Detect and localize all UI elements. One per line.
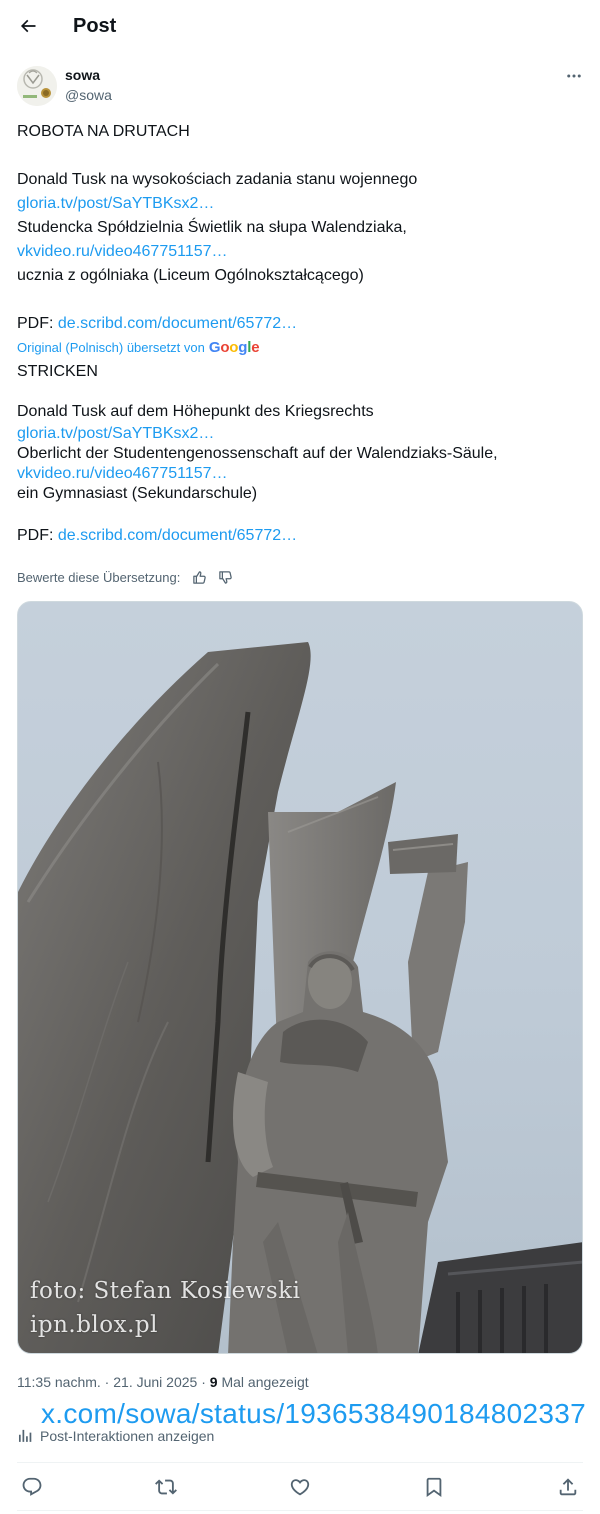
rate-translation: Bewerte diese Übersetzung: — [17, 566, 236, 588]
more-button[interactable] — [561, 66, 587, 86]
top-bar: Post — [0, 0, 600, 54]
thumbs-down-button[interactable] — [214, 566, 236, 588]
link-scribd[interactable]: de.scribd.com/document/65772… — [58, 527, 297, 544]
post-image[interactable]: foto: Stefan Kosiewski ipn.blox.pl — [17, 601, 583, 1354]
post-text: ROBOTA NA DRUTACH Donald Tusk na wysokoś… — [17, 120, 583, 548]
views-label: Mal angezeigt — [217, 1374, 309, 1390]
bookmark-icon — [426, 1477, 442, 1498]
link-vkvideo[interactable]: vkvideo.ru/video467751157… — [17, 464, 583, 484]
views-count: 9 — [209, 1374, 218, 1390]
pdf-label: PDF: — [17, 527, 58, 544]
watermark-credit: foto: Stefan Kosiewski — [30, 1278, 301, 1304]
repost-icon — [155, 1479, 177, 1495]
post-interactions-link[interactable]: Post-Interaktionen anzeigen — [17, 1427, 219, 1444]
link-gloria[interactable]: gloria.tv/post/SaYTBKsx2… — [17, 424, 583, 444]
thumbs-up-button[interactable] — [188, 566, 210, 588]
analytics-icon — [18, 1429, 32, 1442]
author-handle[interactable]: @sowa — [65, 87, 112, 103]
google-letter: G — [208, 339, 221, 356]
text-line: ucznia z ogólniaka (Liceum Ogólnokształc… — [17, 267, 364, 284]
post-time[interactable]: 11:35 nachm. — [17, 1374, 101, 1390]
back-button[interactable] — [14, 12, 42, 40]
status-url-link[interactable]: x.com/sowa/status/1936538490184802337 — [28, 1397, 586, 1431]
pdf-label: PDF: — [17, 315, 58, 332]
original-title: ROBOTA NA DRUTACH — [17, 123, 190, 140]
page-title: Post — [73, 15, 117, 37]
divider — [17, 1462, 583, 1463]
text-line: Donald Tusk na wysokościach zadania stan… — [17, 171, 418, 188]
google-letter: o — [229, 339, 239, 356]
text-line: Donald Tusk auf dem Höhepunkt des Kriegs… — [17, 403, 374, 420]
pdf-line: PDF: de.scribd.com/document/65772… — [17, 312, 583, 336]
watermark-site: ipn.blox.pl — [30, 1312, 158, 1338]
reply-button[interactable] — [19, 1474, 45, 1500]
back-arrow-icon — [20, 19, 36, 33]
reply-icon — [22, 1477, 42, 1496]
bookmark-button[interactable] — [421, 1474, 447, 1500]
google-letter: o — [220, 339, 230, 356]
author-name[interactable]: sowa — [65, 67, 100, 83]
post-meta: 11:35 nachm. · 21. Juni 2025 · 9 Mal ang… — [17, 1374, 309, 1390]
like-icon — [290, 1479, 310, 1496]
pdf-line: PDF: de.scribd.com/document/65772… — [17, 524, 583, 548]
interactions-label: Post-Interaktionen anzeigen — [40, 1427, 215, 1444]
thumbs-down-icon — [219, 570, 232, 584]
link-scribd[interactable]: de.scribd.com/document/65772… — [58, 315, 297, 332]
share-icon — [559, 1478, 577, 1496]
google-letter: g — [238, 339, 248, 356]
share-button[interactable] — [555, 1474, 581, 1500]
thumbs-up-icon — [193, 570, 206, 584]
monument-photo — [18, 602, 582, 1353]
repost-button[interactable] — [153, 1474, 179, 1500]
avatar[interactable] — [17, 66, 57, 106]
post-author: sowa @sowa — [17, 66, 587, 106]
action-bar — [17, 1474, 583, 1500]
link-vkvideo[interactable]: vkvideo.ru/video467751157… — [17, 240, 583, 264]
more-icon — [567, 74, 581, 78]
google-letter: e — [251, 339, 260, 356]
text-line: Studencka Spółdzielnia Świetlik na słupa… — [17, 219, 407, 236]
translation-attribution[interactable]: Original (Polnisch) übersetzt von Google — [17, 336, 583, 360]
rate-label: Bewerte diese Übersetzung: — [17, 569, 181, 585]
divider — [17, 1510, 583, 1511]
text-line: ein Gymnasiast (Sekundarschule) — [17, 485, 258, 502]
google-logo: Google — [209, 336, 260, 360]
link-gloria[interactable]: gloria.tv/post/SaYTBKsx2… — [17, 192, 583, 216]
avatar-image — [17, 66, 57, 106]
translated-by-label: Original (Polnisch) übersetzt von — [17, 340, 205, 355]
text-line: Oberlicht der Studentengenossenschaft au… — [17, 445, 498, 462]
translated-title: STRICKEN — [17, 363, 98, 380]
meta-separator: · — [100, 1374, 114, 1390]
post-date[interactable]: 21. Juni 2025 — [113, 1374, 197, 1390]
like-button[interactable] — [287, 1474, 313, 1500]
meta-separator: · — [197, 1374, 210, 1390]
